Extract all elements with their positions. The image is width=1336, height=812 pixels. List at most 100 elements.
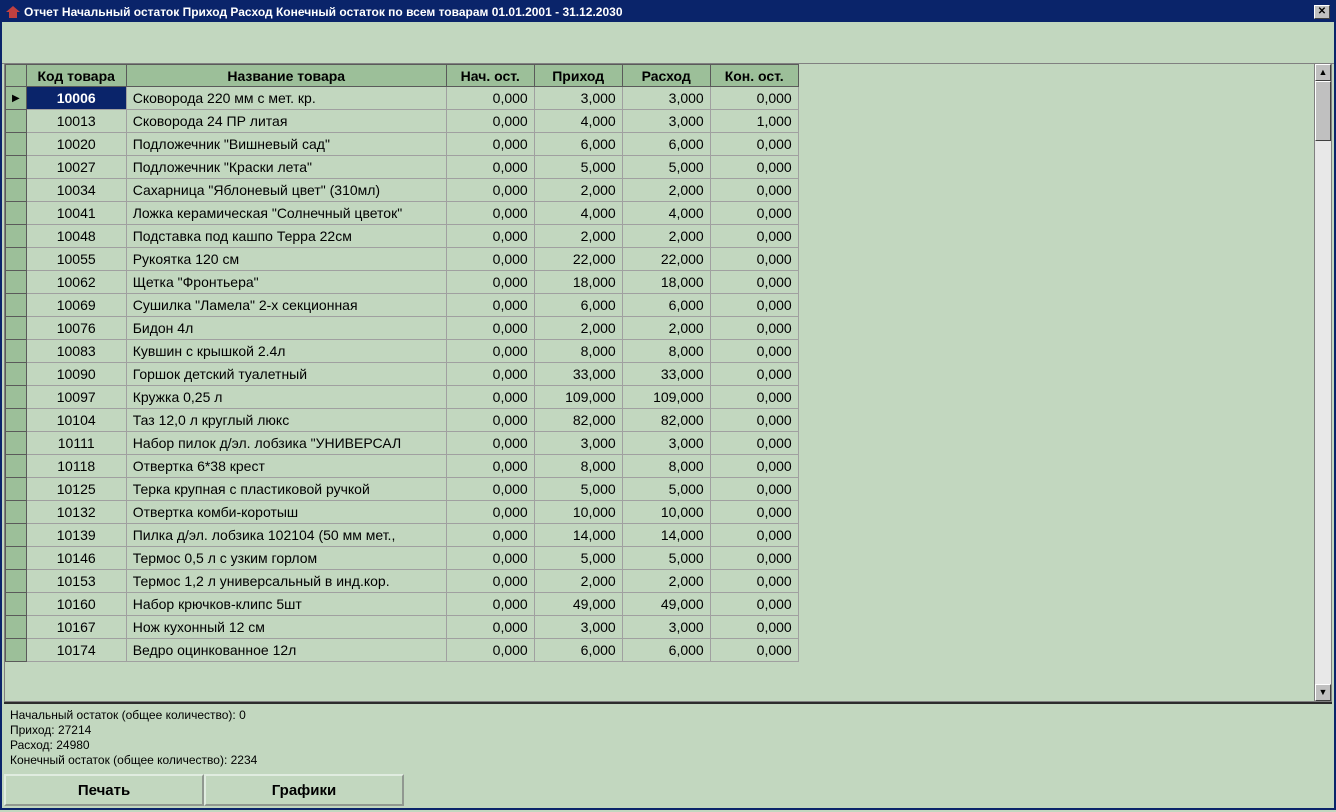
cell-code[interactable]: 10111 (26, 432, 126, 455)
cell-end[interactable]: 0,000 (710, 570, 798, 593)
cell-start[interactable]: 0,000 (446, 363, 534, 386)
cell-end[interactable]: 0,000 (710, 248, 798, 271)
row-selector[interactable] (6, 156, 27, 179)
cell-out[interactable]: 14,000 (622, 524, 710, 547)
cell-in[interactable]: 6,000 (534, 639, 622, 662)
cell-in[interactable]: 3,000 (534, 87, 622, 110)
cell-in[interactable]: 6,000 (534, 294, 622, 317)
table-row[interactable]: 10132Отвертка комби-коротыш0,00010,00010… (6, 501, 799, 524)
print-button[interactable]: Печать (4, 774, 204, 806)
cell-name[interactable]: Кувшин с крышкой 2.4л (126, 340, 446, 363)
cell-in[interactable]: 6,000 (534, 133, 622, 156)
row-selector[interactable] (6, 455, 27, 478)
cell-name[interactable]: Термос 1,2 л универсальный в инд.кор. (126, 570, 446, 593)
row-selector[interactable] (6, 478, 27, 501)
cell-end[interactable]: 0,000 (710, 524, 798, 547)
cell-out[interactable]: 49,000 (622, 593, 710, 616)
row-selector[interactable] (6, 616, 27, 639)
table-row[interactable]: ▶10006Сковорода 220 мм с мет. кр.0,0003,… (6, 87, 799, 110)
row-selector[interactable] (6, 570, 27, 593)
cell-end[interactable]: 0,000 (710, 87, 798, 110)
cell-name[interactable]: Нож кухонный 12 см (126, 616, 446, 639)
cell-out[interactable]: 4,000 (622, 202, 710, 225)
table-row[interactable]: 10083Кувшин с крышкой 2.4л0,0008,0008,00… (6, 340, 799, 363)
cell-code[interactable]: 10090 (26, 363, 126, 386)
cell-name[interactable]: Сахарница "Яблоневый цвет" (310мл) (126, 179, 446, 202)
cell-code[interactable]: 10083 (26, 340, 126, 363)
cell-start[interactable]: 0,000 (446, 455, 534, 478)
cell-code[interactable]: 10055 (26, 248, 126, 271)
table-row[interactable]: 10034Сахарница "Яблоневый цвет" (310мл)0… (6, 179, 799, 202)
row-selector[interactable] (6, 317, 27, 340)
cell-out[interactable]: 6,000 (622, 294, 710, 317)
cell-code[interactable]: 10146 (26, 547, 126, 570)
cell-out[interactable]: 6,000 (622, 133, 710, 156)
cell-out[interactable]: 5,000 (622, 156, 710, 179)
cell-name[interactable]: Отвертка комби-коротыш (126, 501, 446, 524)
cell-start[interactable]: 0,000 (446, 294, 534, 317)
cell-end[interactable]: 0,000 (710, 202, 798, 225)
row-selector[interactable] (6, 524, 27, 547)
table-row[interactable]: 10174Ведро оцинкованное 12л0,0006,0006,0… (6, 639, 799, 662)
cell-code[interactable]: 10125 (26, 478, 126, 501)
cell-in[interactable]: 4,000 (534, 202, 622, 225)
cell-start[interactable]: 0,000 (446, 317, 534, 340)
cell-end[interactable]: 0,000 (710, 133, 798, 156)
table-row[interactable]: 10048Подставка под кашпо Терра 22см0,000… (6, 225, 799, 248)
cell-start[interactable]: 0,000 (446, 179, 534, 202)
cell-in[interactable]: 3,000 (534, 432, 622, 455)
col-header-in[interactable]: Приход (534, 65, 622, 87)
cell-out[interactable]: 2,000 (622, 179, 710, 202)
cell-start[interactable]: 0,000 (446, 271, 534, 294)
cell-name[interactable]: Пилка д/эл. лобзика 102104 (50 мм мет., (126, 524, 446, 547)
cell-end[interactable]: 0,000 (710, 294, 798, 317)
table-row[interactable]: 10097Кружка 0,25 л0,000109,000109,0000,0… (6, 386, 799, 409)
cell-code[interactable]: 10062 (26, 271, 126, 294)
row-selector[interactable] (6, 225, 27, 248)
cell-name[interactable]: Термос 0,5 л с узким горлом (126, 547, 446, 570)
cell-name[interactable]: Терка крупная с пластиковой ручкой (126, 478, 446, 501)
cell-in[interactable]: 18,000 (534, 271, 622, 294)
cell-code[interactable]: 10118 (26, 455, 126, 478)
cell-name[interactable]: Ведро оцинкованное 12л (126, 639, 446, 662)
cell-start[interactable]: 0,000 (446, 547, 534, 570)
cell-end[interactable]: 0,000 (710, 616, 798, 639)
row-selector[interactable] (6, 363, 27, 386)
table-row[interactable]: 10104Таз 12,0 л круглый люкс0,00082,0008… (6, 409, 799, 432)
scroll-thumb[interactable] (1315, 81, 1331, 141)
cell-in[interactable]: 49,000 (534, 593, 622, 616)
cell-in[interactable]: 5,000 (534, 547, 622, 570)
cell-start[interactable]: 0,000 (446, 501, 534, 524)
cell-out[interactable]: 6,000 (622, 639, 710, 662)
cell-code[interactable]: 10174 (26, 639, 126, 662)
scroll-track[interactable] (1315, 81, 1331, 684)
cell-start[interactable]: 0,000 (446, 432, 534, 455)
scroll-up-button[interactable]: ▲ (1315, 64, 1331, 81)
row-selector[interactable] (6, 294, 27, 317)
cell-code[interactable]: 10139 (26, 524, 126, 547)
cell-in[interactable]: 5,000 (534, 478, 622, 501)
cell-code[interactable]: 10097 (26, 386, 126, 409)
cell-name[interactable]: Таз 12,0 л круглый люкс (126, 409, 446, 432)
cell-end[interactable]: 0,000 (710, 478, 798, 501)
table-row[interactable]: 10013Сковорода 24 ПР литая0,0004,0003,00… (6, 110, 799, 133)
cell-in[interactable]: 2,000 (534, 179, 622, 202)
cell-in[interactable]: 2,000 (534, 225, 622, 248)
cell-name[interactable]: Подложечник "Краски лета" (126, 156, 446, 179)
cell-start[interactable]: 0,000 (446, 156, 534, 179)
cell-code[interactable]: 10069 (26, 294, 126, 317)
close-button[interactable]: ✕ (1314, 5, 1330, 19)
table-row[interactable]: 10027Подложечник "Краски лета"0,000 5,000… (6, 156, 799, 179)
cell-out[interactable]: 82,000 (622, 409, 710, 432)
cell-end[interactable]: 0,000 (710, 271, 798, 294)
cell-in[interactable]: 33,000 (534, 363, 622, 386)
cell-code[interactable]: 10153 (26, 570, 126, 593)
cell-start[interactable]: 0,000 (446, 110, 534, 133)
cell-in[interactable]: 8,000 (534, 340, 622, 363)
cell-end[interactable]: 0,000 (710, 639, 798, 662)
table-row[interactable]: 10167Нож кухонный 12 см0,0003,0003,0000,… (6, 616, 799, 639)
cell-code[interactable]: 10013 (26, 110, 126, 133)
cell-code[interactable]: 10027 (26, 156, 126, 179)
cell-in[interactable]: 10,000 (534, 501, 622, 524)
cell-code[interactable]: 10167 (26, 616, 126, 639)
